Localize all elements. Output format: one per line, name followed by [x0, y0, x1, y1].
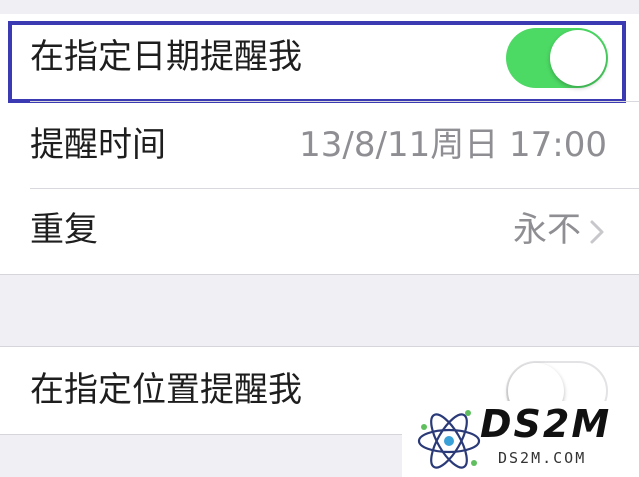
- atom-logo-icon: [417, 410, 481, 469]
- reminder-time-row[interactable]: 提醒时间 13/8/11周日 17:00: [0, 102, 639, 188]
- top-spacer: [0, 0, 639, 14]
- date-reminder-row[interactable]: 在指定日期提醒我: [0, 14, 639, 100]
- date-settings-group: 在指定日期提醒我 提醒时间 13/8/11周日 17:00 重复 永不: [0, 14, 639, 275]
- reminder-time-value: 13/8/11周日 17:00: [299, 125, 607, 165]
- reminder-time-label: 提醒时间: [30, 125, 166, 165]
- repeat-value: 永不: [513, 210, 581, 250]
- location-reminder-label: 在指定位置提醒我: [30, 370, 302, 410]
- toggle-knob: [550, 30, 606, 86]
- watermark: DS2M DS2M.COM: [402, 401, 639, 477]
- repeat-label: 重复: [30, 210, 98, 250]
- watermark-title: DS2M: [480, 402, 612, 446]
- date-reminder-label: 在指定日期提醒我: [30, 37, 302, 77]
- date-reminder-toggle[interactable]: [506, 28, 608, 88]
- reminder-settings-screen: 在指定日期提醒我 提醒时间 13/8/11周日 17:00 重复 永不 在指定位…: [0, 0, 639, 477]
- chevron-right-icon: [590, 220, 604, 244]
- repeat-row[interactable]: 重复 永不: [0, 189, 639, 274]
- watermark-url: DS2M.COM: [498, 449, 587, 467]
